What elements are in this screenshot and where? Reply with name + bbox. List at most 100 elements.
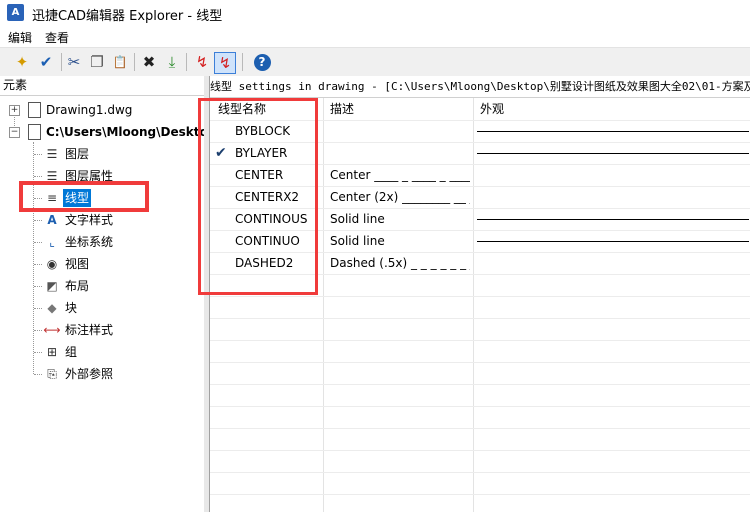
new-item-button[interactable]: ✦ [12, 52, 32, 72]
tree-guide-line [34, 242, 42, 243]
tree-item-label: 文字样式 [65, 213, 114, 227]
purge-all-button[interactable]: ↯ [214, 52, 236, 74]
row-divider [210, 318, 750, 319]
title-bar: A 迅捷CAD编辑器 Explorer - 线型 [0, 0, 750, 26]
tree-guide-line [34, 286, 42, 287]
cut-icon: ✂ [67, 53, 81, 71]
tree-item-block[interactable]: ◆ 块 [0, 298, 204, 318]
linetype-preview [477, 241, 749, 242]
text-style-icon: A [47, 213, 57, 227]
expand-icon[interactable]: + [9, 105, 20, 116]
tree-item-label: Drawing1.dwg [46, 103, 133, 117]
tree-guide-line [34, 374, 42, 375]
collapse-icon[interactable]: − [9, 127, 20, 138]
tree-item-xref[interactable]: ⎘ 外部参照 [0, 364, 204, 384]
menu-edit[interactable]: 编辑 [8, 29, 32, 46]
tree-guide-line [34, 308, 42, 309]
highlight-box-linetype-node [19, 181, 149, 212]
apply-button[interactable]: ✔ [36, 52, 56, 72]
toolbar-separator [186, 53, 187, 71]
purge-button[interactable]: ↯ [192, 52, 212, 72]
tree-guide-line [34, 154, 42, 155]
menu-view[interactable]: 查看 [45, 29, 69, 46]
view-icon: ◉ [46, 257, 58, 271]
layout-icon: ◩ [46, 279, 58, 293]
toolbar-separator [242, 53, 243, 71]
document-icon [28, 124, 41, 140]
tree-item-label: 视图 [65, 257, 90, 271]
tree-guide-line [34, 330, 42, 331]
settings-path-bar: 线型 settings in drawing - [C:\Users\Mloon… [210, 76, 750, 98]
tree-header: 元素 [0, 76, 204, 96]
tree-item-text-style[interactable]: A 文字样式 [0, 210, 204, 230]
tree-item-label: 坐标系统 [65, 235, 114, 249]
highlight-box-linetype-names [198, 98, 318, 295]
linetype-description: Center (2x) ________ __ ____... [330, 190, 470, 204]
tree-item-dim-style[interactable]: ⟷ 标注样式 [0, 320, 204, 340]
linetype-preview [477, 219, 749, 220]
column-header-description[interactable]: 描述 [330, 98, 354, 120]
toolbar-separator [61, 53, 62, 71]
paste-icon: 📋 [112, 55, 128, 69]
row-divider [210, 340, 750, 341]
help-icon: ? [253, 53, 271, 71]
copy-icon: ❐ [90, 53, 104, 71]
tree-item-label: 外部参照 [65, 367, 114, 381]
element-tree-pane: 元素 + Drawing1.dwg − C:\Users\Mloong\Desk… [0, 76, 205, 512]
purge-all-icon: ↯ [218, 54, 232, 72]
tree-item-ucs[interactable]: ⌞ 坐标系统 [0, 232, 204, 252]
linetype-description: Solid line [330, 234, 385, 248]
toolbar: ✦ ✔ ✂ ❐ 📋 ✖ ⤓ ↯ ↯ ? [0, 47, 750, 77]
linetype-preview [477, 131, 749, 132]
tree-item-layers[interactable]: ☰ 图层 [0, 144, 204, 164]
ucs-icon: ⌞ [49, 235, 55, 249]
tree-item-label: 图层 [65, 147, 90, 161]
copy-button[interactable]: ❐ [87, 52, 107, 72]
paste-button[interactable]: 📋 [110, 52, 130, 72]
row-divider [210, 428, 750, 429]
linetype-description [330, 142, 470, 164]
cut-button[interactable]: ✂ [64, 52, 84, 72]
import-button[interactable]: ⤓ [162, 52, 182, 72]
tree-item-drawing1[interactable]: + Drawing1.dwg [0, 100, 204, 120]
row-divider [210, 362, 750, 363]
delete-icon: ✖ [142, 53, 156, 71]
document-icon [28, 102, 41, 118]
help-button[interactable]: ? [252, 52, 272, 72]
row-divider [210, 296, 750, 297]
app-logo-icon: A [7, 4, 24, 21]
menu-bar: 编辑 查看 [0, 26, 750, 46]
tree-item-label: 标注样式 [65, 323, 114, 337]
tree-item-group[interactable]: ⊞ 组 [0, 342, 204, 362]
tree-guide-line [34, 264, 42, 265]
tree-guide-line [34, 220, 42, 221]
check-icon: ✔ [39, 53, 53, 71]
tree-item-label: 布局 [65, 279, 90, 293]
toolbar-separator [134, 53, 135, 71]
linetype-description [330, 120, 470, 142]
linetype-preview [477, 153, 749, 154]
delete-button[interactable]: ✖ [139, 52, 159, 72]
linetype-description: Dashed (.5x) _ _ _ _ _ _ _ _ [330, 256, 470, 270]
row-divider [210, 384, 750, 385]
tree-item-layout[interactable]: ◩ 布局 [0, 276, 204, 296]
tree-guide-line [34, 176, 42, 177]
dim-style-icon: ⟷ [43, 323, 61, 337]
column-header-appearance[interactable]: 外观 [480, 98, 504, 120]
row-divider [210, 406, 750, 407]
linetype-description: Center ____ _ ____ _ ____ _ ... [330, 168, 470, 182]
layers-icon: ☰ [46, 147, 58, 161]
import-icon: ⤓ [168, 53, 176, 71]
row-divider [210, 450, 750, 451]
tree-item-label: 块 [65, 301, 78, 315]
tree-item-view[interactable]: ◉ 视图 [0, 254, 204, 274]
block-icon: ◆ [47, 301, 57, 315]
xref-icon: ⎘ [47, 367, 57, 381]
tree-guide-line [34, 352, 42, 353]
linetype-description: Solid line [330, 212, 385, 226]
row-divider [210, 494, 750, 495]
new-item-icon: ✦ [15, 53, 29, 71]
tree-item-desktop-drawing[interactable]: − C:\Users\Mloong\Desktop [0, 122, 204, 142]
group-icon: ⊞ [46, 345, 58, 359]
window-title: 迅捷CAD编辑器 Explorer - 线型 [32, 9, 223, 24]
